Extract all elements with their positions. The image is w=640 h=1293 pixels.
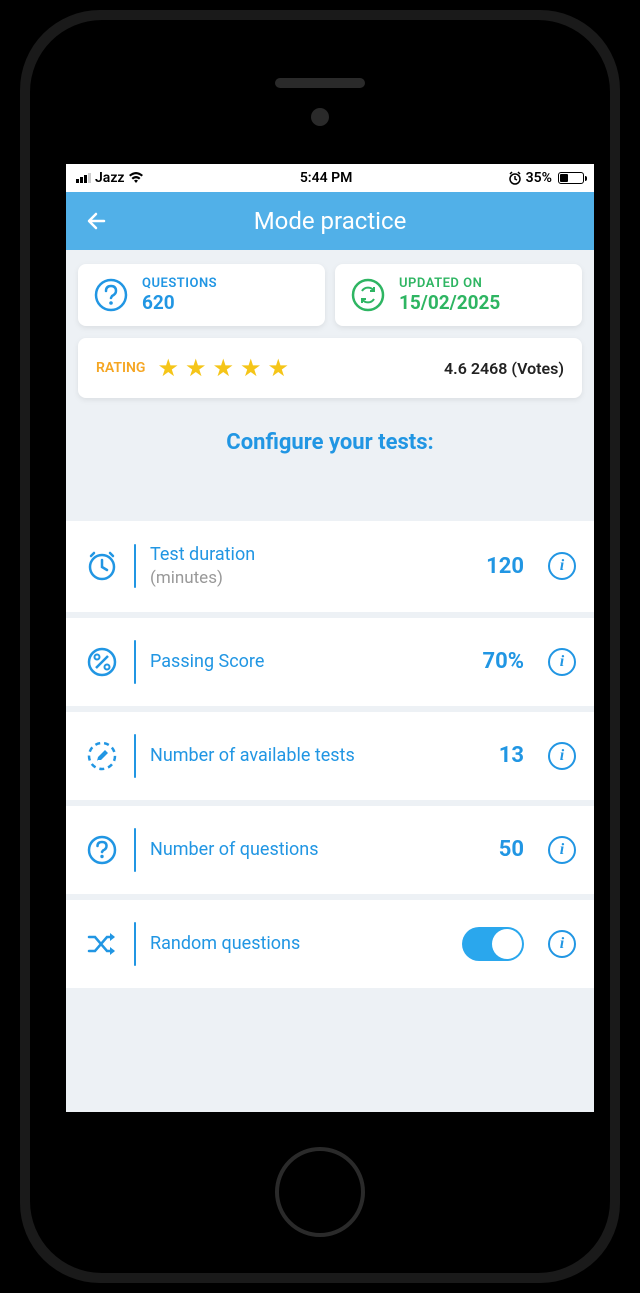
app-header: Mode practice	[66, 192, 594, 250]
updated-card: UPDATED ON 15/02/2025	[335, 264, 582, 326]
row-tests[interactable]: Number of available tests 13 i	[66, 712, 594, 800]
passing-value: 70%	[464, 649, 524, 674]
screen: Jazz 5:44 PM 35%	[66, 164, 594, 1112]
status-right: 35%	[508, 170, 584, 186]
row-divider	[134, 828, 136, 872]
alarm-icon	[508, 171, 522, 185]
questions-value: 620	[142, 291, 217, 314]
row-divider	[134, 544, 136, 588]
updated-label: UPDATED ON	[399, 276, 500, 291]
rating-stars: ★ ★ ★ ★ ★	[157, 354, 289, 382]
rating-card: RATING ★ ★ ★ ★ ★ 4.6 2468 (Votes)	[78, 338, 582, 398]
phone-frame: Jazz 5:44 PM 35%	[20, 10, 620, 1283]
configure-heading: Configure your tests:	[78, 398, 582, 515]
back-button[interactable]	[82, 206, 112, 236]
phone-speaker	[275, 78, 365, 88]
info-section: QUESTIONS 620 UPDATED ON 15/02/2025	[66, 250, 594, 521]
star-icon: ★	[268, 354, 290, 382]
shuffle-icon	[84, 926, 120, 962]
star-icon: ★	[240, 354, 262, 382]
passing-label: Passing Score	[150, 650, 450, 673]
tests-value: 13	[464, 743, 524, 768]
status-left: Jazz	[76, 170, 144, 186]
phone-camera	[311, 108, 329, 126]
tests-label: Number of available tests	[150, 744, 450, 767]
row-divider	[134, 922, 136, 966]
home-button[interactable]	[275, 1147, 365, 1237]
page-title: Mode practice	[66, 207, 594, 235]
info-button[interactable]: i	[548, 552, 576, 580]
row-duration[interactable]: Test duration (minutes) 120 i	[66, 521, 594, 612]
star-icon: ★	[157, 354, 179, 382]
duration-label-text: Test duration	[150, 544, 255, 565]
toggle-knob	[492, 929, 522, 959]
numq-label: Number of questions	[150, 838, 450, 861]
refresh-icon	[349, 276, 387, 314]
random-label: Random questions	[150, 932, 448, 955]
percent-icon	[84, 644, 120, 680]
info-button[interactable]: i	[548, 930, 576, 958]
row-divider	[134, 734, 136, 778]
rating-score: 4.6 2468 (Votes)	[444, 359, 564, 378]
row-random: Random questions i	[66, 900, 594, 988]
status-time: 5:44 PM	[300, 170, 353, 186]
questions-label: QUESTIONS	[142, 276, 217, 291]
carrier-label: Jazz	[95, 170, 124, 186]
battery-pct: 35%	[526, 170, 552, 186]
row-questions[interactable]: Number of questions 50 i	[66, 806, 594, 894]
status-bar: Jazz 5:44 PM 35%	[66, 164, 594, 192]
info-button[interactable]: i	[548, 648, 576, 676]
edit-icon	[84, 738, 120, 774]
duration-value: 120	[464, 554, 524, 579]
numq-value: 50	[464, 837, 524, 862]
question-circle-icon	[92, 276, 130, 314]
duration-label: Test duration (minutes)	[150, 543, 450, 590]
config-list: Test duration (minutes) 120 i Passing Sc…	[66, 521, 594, 988]
row-divider	[134, 640, 136, 684]
star-icon: ★	[185, 354, 207, 382]
random-toggle[interactable]	[462, 927, 524, 961]
updated-value: 15/02/2025	[399, 291, 500, 314]
row-passing[interactable]: Passing Score 70% i	[66, 618, 594, 706]
wifi-icon	[128, 172, 144, 184]
signal-icon	[76, 173, 91, 183]
duration-sublabel: (minutes)	[150, 568, 223, 588]
questions-card: QUESTIONS 620	[78, 264, 325, 326]
info-button[interactable]: i	[548, 836, 576, 864]
rating-label: RATING	[96, 360, 145, 376]
question-icon	[84, 832, 120, 868]
star-icon: ★	[213, 354, 235, 382]
clock-icon	[84, 548, 120, 584]
battery-icon	[558, 172, 584, 184]
info-button[interactable]: i	[548, 742, 576, 770]
phone-bezel: Jazz 5:44 PM 35%	[30, 20, 610, 1273]
